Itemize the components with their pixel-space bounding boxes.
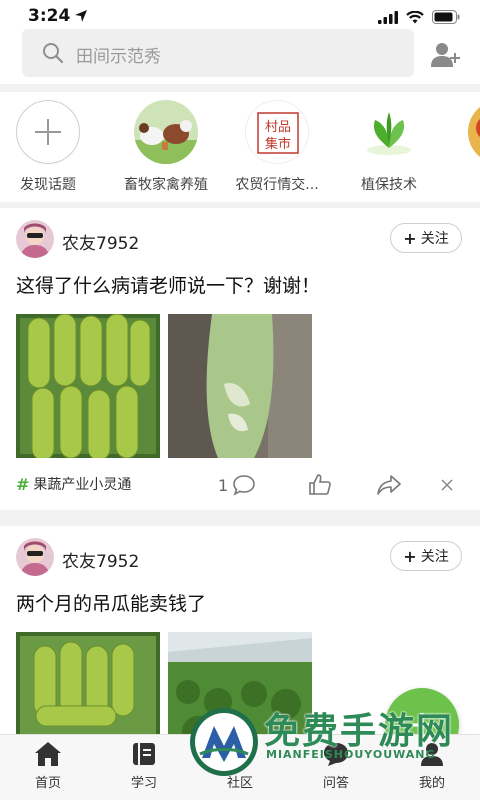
post-title[interactable]: 两个月的吊瓜能卖钱了	[16, 589, 206, 616]
tag-label: 果蔬产业小灵通	[33, 477, 132, 493]
plus-icon: +	[403, 546, 417, 566]
topic-tag[interactable]: # 果蔬产业小灵通	[16, 474, 131, 494]
comment-icon	[233, 475, 255, 496]
search-placeholder: 田间示范秀	[76, 47, 161, 67]
nav-label: 学习	[130, 776, 157, 791]
market-logo-text-bottom: 集市	[265, 136, 291, 152]
watermark-text: 免费手游网	[264, 711, 455, 752]
avatar[interactable]	[16, 538, 54, 576]
book-icon	[133, 743, 155, 765]
comment-count: 1	[218, 475, 229, 495]
livestock-photo	[134, 100, 198, 164]
nav-study[interactable]: 学习	[96, 741, 192, 791]
plus-icon	[16, 100, 80, 164]
topic-label: 植保技术	[361, 177, 417, 193]
topic-plant-protection[interactable]: 植保技术	[334, 100, 444, 194]
market-logo-text-top: 村品	[265, 120, 291, 135]
avatar[interactable]	[16, 220, 54, 258]
topic-label: 农贸行情交...	[235, 177, 319, 193]
status-time: 3:24	[28, 6, 71, 26]
post-title[interactable]: 这得了什么病请老师说一下？谢谢！	[16, 271, 320, 298]
like-icon[interactable]	[308, 472, 332, 498]
wifi-icon	[406, 10, 424, 23]
follow-label: 关注	[420, 231, 449, 247]
nav-label: 首页	[34, 776, 61, 791]
fruit-photo	[468, 100, 480, 164]
watermark-subtext: MIANFEISHOUYOUWANG	[266, 748, 436, 761]
post-card[interactable]: 农友7952 + 关注 这得了什么病请老师说一下？谢谢！ # 果蔬产业小灵通 1	[0, 208, 480, 510]
post-photo[interactable]	[16, 632, 160, 734]
topic-label: 发现话题	[20, 177, 76, 193]
topic-label: 畜牧家禽养殖	[124, 177, 208, 193]
follow-button[interactable]: + 关注	[390, 223, 462, 253]
home-icon	[35, 742, 61, 766]
watermark: 免费手游网 MIANFEISHOUYOUWANG	[186, 698, 476, 798]
nav-home[interactable]: 首页	[0, 741, 96, 791]
hashtag-icon: #	[16, 474, 30, 494]
search-input[interactable]: 田间示范秀	[22, 29, 414, 77]
topic-discover[interactable]: 发现话题	[0, 100, 103, 194]
close-icon[interactable]	[440, 472, 454, 498]
topic-label: 果蔬	[445, 174, 480, 194]
market-logo: 村品 集市	[245, 100, 309, 164]
battery-icon	[432, 10, 460, 24]
username[interactable]: 农友7952	[62, 547, 139, 572]
plant-leaf-icon	[357, 100, 421, 164]
follow-label: 关注	[420, 549, 449, 565]
share-icon[interactable]	[376, 472, 402, 498]
topic-strip: 发现话题 畜牧家禽养殖 村品 集市 农贸行情交... 植保技术	[0, 92, 480, 202]
plus-icon: +	[403, 228, 417, 248]
post-photo[interactable]	[16, 314, 160, 458]
search-icon	[43, 43, 64, 64]
username[interactable]: 农友7952	[62, 229, 139, 254]
follow-button[interactable]: + 关注	[390, 541, 462, 571]
status-icons	[378, 10, 460, 24]
signal-icon	[378, 10, 398, 24]
topic-livestock[interactable]: 畜牧家禽养殖	[111, 100, 221, 194]
add-friend-icon[interactable]	[430, 41, 460, 69]
topic-fruit[interactable]: 果蔬	[445, 100, 480, 194]
location-arrow-icon	[75, 10, 87, 22]
comment-button[interactable]: 1	[218, 472, 256, 498]
watermark-logo	[190, 708, 258, 776]
topic-market[interactable]: 村品 集市 农贸行情交...	[222, 100, 332, 194]
header: 田间示范秀	[0, 29, 480, 84]
post-photo[interactable]	[168, 314, 312, 458]
